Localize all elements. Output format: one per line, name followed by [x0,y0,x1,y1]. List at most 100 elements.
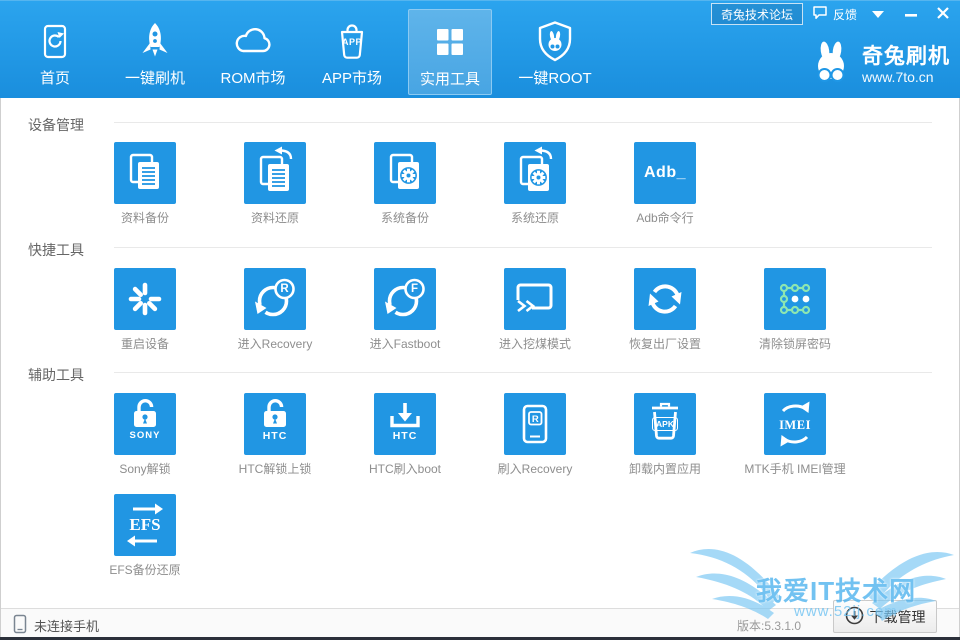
nav-home-label: 首页 [40,67,70,88]
download-manager-button[interactable]: 下载管理 [833,600,937,633]
minimize-button[interactable] [896,3,926,25]
tool-flash-recovery[interactable]: R 刷入Recovery [504,393,566,485]
tool-label: Sony解锁 [119,460,170,477]
nav-app-market[interactable]: APP APP市场 [304,9,400,95]
chevron-down-icon [872,7,884,21]
section-divider [114,122,932,123]
refresh-circular-arrows-icon [634,268,696,330]
nav-one-key-root-label: 一键ROOT [518,67,591,88]
system-restore-gear-arrow-icon [504,142,566,204]
nav-home[interactable]: 首页 [7,9,103,95]
nav-one-key-flash[interactable]: 一键刷机 [107,9,203,95]
shopping-bag-icon: APP [330,17,374,65]
tool-row-auxiliary-tools: SONY Sony解锁 HTC HTC解锁上锁 HTC HTC刷入boot [114,393,826,485]
tool-efs-backup-restore[interactable]: EFS EFS备份还原 [114,494,176,586]
restart-spinner-icon [114,268,176,330]
tool-label: EFS备份还原 [109,561,180,578]
tool-label: HTC解锁上锁 [239,460,312,477]
tool-htc-flash-boot[interactable]: HTC HTC刷入boot [374,393,436,485]
tool-row-efs: EFS EFS备份还原 [114,494,176,586]
feedback-label: 反馈 [833,6,857,23]
data-restore-documents-arrow-icon [244,142,306,204]
tool-system-backup[interactable]: 系统备份 [374,142,436,234]
header-bar: 首页 一键刷机 ROM市场 APP [0,0,960,98]
recovery-circle-arrow-icon: R [244,268,306,330]
tool-htc-unlock-relock[interactable]: HTC HTC解锁上锁 [244,393,306,485]
tool-label: 重启设备 [121,335,169,352]
tool-data-backup[interactable]: 资料备份 [114,142,176,234]
tool-system-restore[interactable]: 系统还原 [504,142,566,234]
htc-boot-text: HTC [374,430,436,442]
tool-label: 系统备份 [381,209,429,226]
nav-one-key-root[interactable]: 一键ROOT [507,9,603,95]
tool-enter-fastboot[interactable]: F 进入Fastboot [374,268,436,360]
tool-label: 清除锁屏密码 [759,335,831,352]
nav-one-key-flash-label: 一键刷机 [125,67,185,88]
tool-label: 卸载内置应用 [629,460,701,477]
phone-status-icon [13,614,27,639]
tool-enter-download-mode[interactable]: 进入挖煤模式 [504,268,566,360]
imei-text: IMEI [764,418,826,433]
tool-label: HTC刷入boot [369,460,441,477]
htc-padlock-icon: HTC [244,393,306,455]
dropdown-caret-button[interactable] [862,3,894,25]
window-border-left [0,98,1,637]
adb-command-icon: Adb_ [634,142,696,204]
nav-utility-tools-selected[interactable]: 实用工具 [408,9,492,95]
tool-mtk-imei-manager[interactable]: IMEI MTK手机 IMEI管理 [764,393,826,485]
tool-factory-reset[interactable]: 恢复出厂设置 [634,268,696,360]
tool-label: 资料备份 [121,209,169,226]
tool-restart-device[interactable]: 重启设备 [114,268,176,360]
tool-sony-unlock[interactable]: SONY Sony解锁 [114,393,176,485]
section-divider [114,372,932,373]
nav-app-market-label: APP市场 [322,67,382,88]
logo-site: www.7to.cn [862,69,950,85]
section-title-quick-tools: 快捷工具 [28,240,84,260]
close-button[interactable] [928,3,958,25]
efs-text: EFS [114,515,176,535]
tool-label: 刷入Recovery [498,460,573,477]
tool-uninstall-builtin-apps[interactable]: APK 卸载内置应用 [634,393,696,485]
section-divider [114,247,932,248]
tool-adb-command-line[interactable]: Adb_ Adb命令行 [634,142,696,234]
tool-label: 进入挖煤模式 [499,335,571,352]
tool-label: Adb命令行 [636,209,693,226]
tool-label: MTK手机 IMEI管理 [744,460,845,477]
cloud-icon [230,17,276,65]
tool-enter-recovery[interactable]: R 进入Recovery [244,268,306,360]
adb-text: Adb_ [634,164,696,182]
tool-label: 进入Fastboot [370,335,441,352]
fastboot-letter: F [408,283,421,295]
nav-rom-market-label: ROM市场 [221,67,286,88]
sony-text: SONY [114,430,176,441]
shield-rabbit-icon [533,17,577,65]
efs-arrows-icon: EFS [114,494,176,556]
connection-status: 未连接手机 [34,616,99,635]
phone-recovery-icon: R [504,393,566,455]
tool-data-restore[interactable]: 资料还原 [244,142,306,234]
trash-apk-icon: APK [634,393,696,455]
forum-button[interactable]: 奇兔技术论坛 [711,3,803,25]
section-title-auxiliary-tools: 辅助工具 [28,365,84,385]
pattern-lock-icon [764,268,826,330]
apk-text: APK [634,419,696,429]
nav-utility-tools-label: 实用工具 [420,68,480,89]
recovery-letter: R [278,283,291,295]
tool-clear-lockscreen-password[interactable]: 清除锁屏密码 [764,268,826,360]
feedback-button[interactable]: 反馈 [812,3,857,25]
app-bag-text: APP [342,37,362,47]
tool-label: 资料还原 [251,209,299,226]
tool-row-device-management: 资料备份 资料还原 [114,142,696,234]
tool-row-quick-tools: 重启设备 R 进入Recovery F 进入Fastboot [114,268,826,360]
htc-text: HTC [244,430,306,442]
fastboot-circle-arrow-icon: F [374,268,436,330]
home-phone-refresh-icon [33,17,77,65]
htc-boot-download-icon: HTC [374,393,436,455]
logo-title: 奇兔刷机 [862,45,950,69]
rabbit-logo-icon [808,39,854,90]
section-title-device-management: 设备管理 [28,115,84,135]
status-bar: 未连接手机 版本:5.3.1.0 [0,608,960,637]
minimize-icon [905,7,917,21]
nav-rom-market[interactable]: ROM市场 [205,9,301,95]
rocket-icon [133,17,177,65]
